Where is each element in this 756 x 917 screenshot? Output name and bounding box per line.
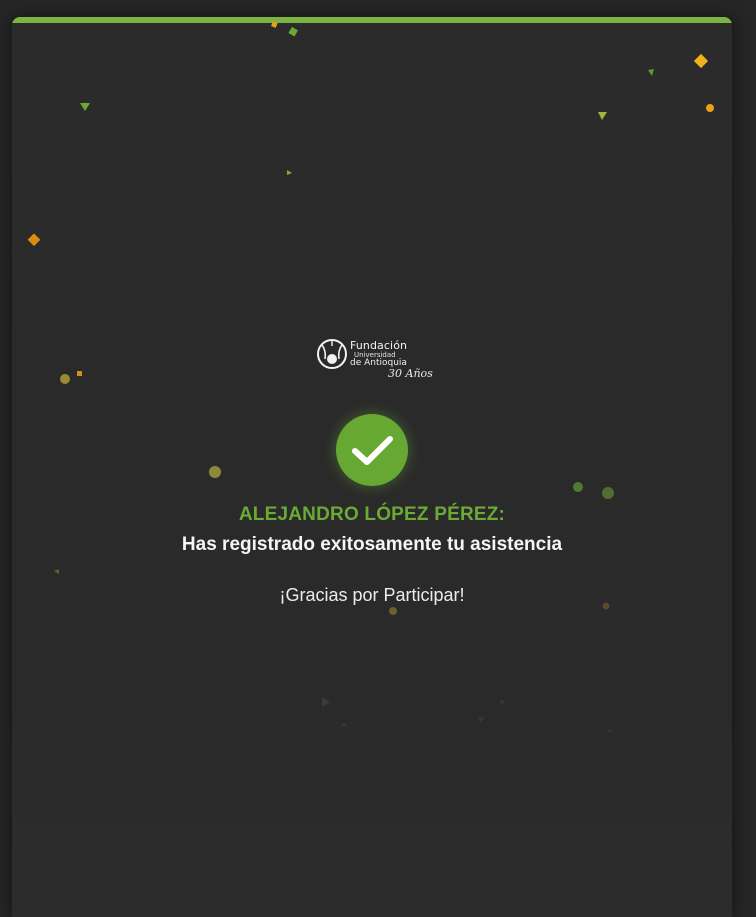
logo-anniversary: 30 Años	[388, 367, 433, 380]
confetti-piece	[288, 26, 298, 37]
confetti-piece	[598, 112, 607, 120]
confetti-piece	[389, 607, 397, 615]
confetti-piece	[342, 723, 346, 727]
participant-name: ALEJANDRO LÓPEZ PÉREZ:	[238, 504, 506, 525]
confetti-piece	[706, 104, 714, 112]
confetti-piece	[608, 729, 612, 733]
thanks-message: ¡Gracias por Participar!	[279, 585, 465, 605]
confirmation-card: Fundación Universidad de Antioquia 30 Añ…	[12, 17, 732, 917]
confetti-piece	[271, 21, 278, 28]
confetti-piece	[602, 487, 614, 499]
success-badge	[336, 414, 408, 486]
confetti-piece	[693, 53, 709, 69]
confetti-piece	[287, 170, 292, 175]
foundation-emblem-icon	[317, 339, 347, 369]
checkmark-icon	[352, 436, 393, 465]
foundation-logo: Fundación Universidad de Antioquia 30 Añ…	[316, 337, 436, 383]
confetti-piece	[77, 371, 82, 376]
confetti-piece	[60, 374, 70, 384]
confetti-piece	[209, 466, 221, 478]
confetti-piece	[500, 700, 504, 704]
confetti-piece	[573, 482, 583, 492]
confetti-piece	[80, 103, 90, 111]
success-message: Has registrado exitosamente tu asistenci…	[181, 534, 563, 555]
confetti-piece	[322, 697, 330, 707]
confetti-piece	[648, 69, 654, 76]
confetti-piece	[54, 569, 59, 574]
confetti-piece	[27, 233, 41, 247]
confetti-piece	[478, 717, 484, 723]
